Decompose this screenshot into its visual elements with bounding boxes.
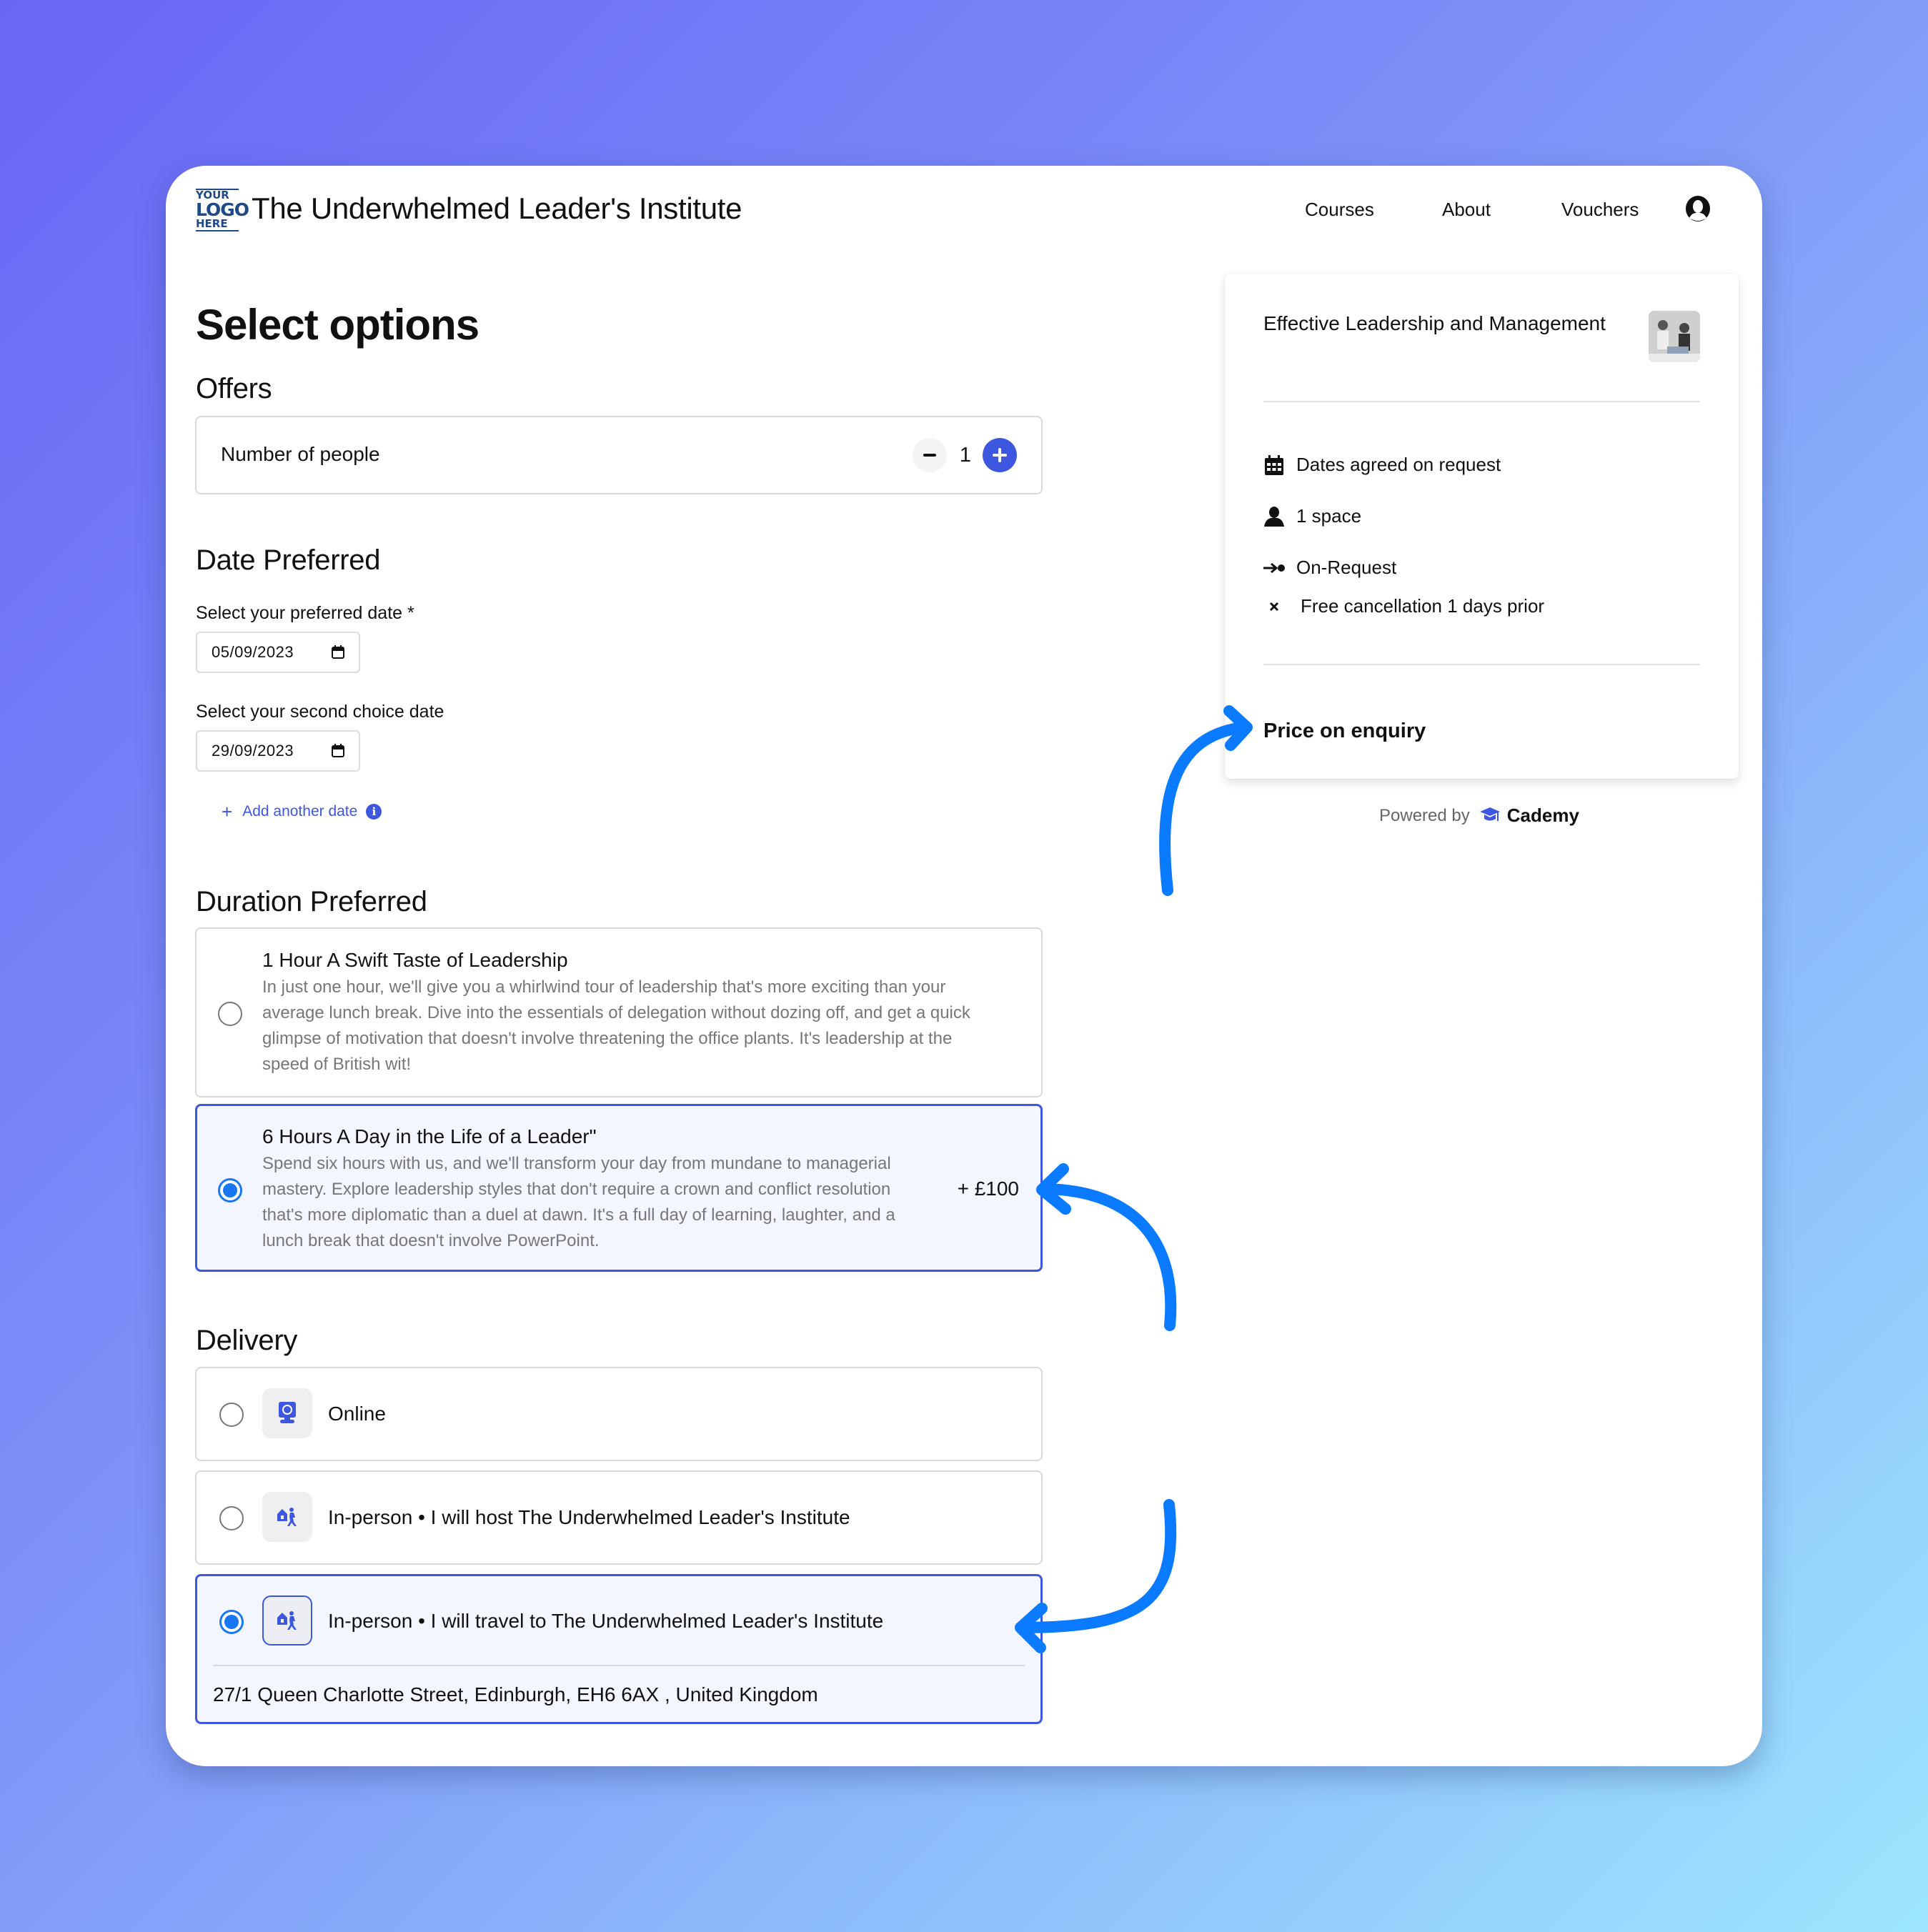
people-label: Number of people — [221, 443, 380, 465]
close-x-icon — [1263, 596, 1285, 617]
meta-booking-type-text: On-Request — [1296, 557, 1397, 578]
offers-heading: Offers — [196, 373, 272, 404]
preferred-date-input[interactable]: 05/09/2023 — [196, 632, 360, 673]
calendar-icon — [1263, 454, 1285, 476]
duration-option-title: 1 Hour A Swift Taste of Leadership — [262, 949, 568, 971]
powered-by-text: Powered by — [1379, 805, 1470, 825]
duration-radio[interactable] — [218, 1002, 242, 1026]
price-label: Price on enquiry — [1263, 719, 1426, 742]
calendar-picker-icon[interactable] — [331, 645, 345, 659]
delivery-option-label: In-person • I will host The Underwhelmed… — [328, 1506, 850, 1528]
logo-line-3: HERE — [196, 217, 228, 230]
person-icon — [1263, 506, 1285, 527]
logo-line-2: LOGO — [196, 199, 249, 220]
booking-summary-panel: Effective Leadership and Management Date… — [1225, 274, 1739, 779]
panel-divider — [1263, 401, 1700, 402]
second-date-value: 29/09/2023 — [212, 742, 294, 760]
nav-courses[interactable]: Courses — [1305, 199, 1374, 221]
delivery-option-label: In-person • I will travel to The Underwh… — [328, 1610, 884, 1632]
add-date-label: Add another date — [242, 803, 358, 820]
plus-icon — [993, 448, 1007, 462]
delivery-heading: Delivery — [196, 1325, 298, 1356]
nav-about[interactable]: About — [1442, 199, 1491, 221]
decrement-button[interactable] — [912, 438, 947, 472]
user-account-icon[interactable] — [1684, 194, 1712, 223]
delivery-divider — [213, 1665, 1025, 1666]
second-date-input[interactable]: 29/09/2023 — [196, 730, 360, 772]
delivery-radio[interactable] — [219, 1403, 244, 1427]
meta-dates-text: Dates agreed on request — [1296, 454, 1501, 475]
panel-divider — [1263, 664, 1700, 665]
offers-box: Number of people 1 — [195, 416, 1043, 494]
calendar-picker-icon[interactable] — [331, 744, 345, 758]
page-title: Select options — [196, 301, 479, 349]
delivery-address: 27/1 Queen Charlotte Street, Edinburgh, … — [213, 1683, 818, 1706]
site-title[interactable]: The Underwhelmed Leader's Institute — [252, 191, 742, 226]
meta-booking-type: On-Request — [1263, 557, 1396, 579]
logo-rule-bottom — [196, 230, 239, 231]
plus-icon: + — [222, 801, 233, 822]
powered-by[interactable]: Powered by Cademy — [1379, 805, 1579, 827]
delivery-radio[interactable] — [219, 1506, 244, 1530]
meta-spaces-text: 1 space — [1296, 505, 1362, 527]
second-date-label: Select your second choice date — [196, 702, 444, 722]
course-title: Effective Leadership and Management — [1263, 312, 1606, 334]
duration-option[interactable]: 1 Hour A Swift Taste of Leadership In ju… — [195, 927, 1043, 1097]
duration-option-title: 6 Hours A Day in the Life of a Leader" — [262, 1125, 597, 1147]
people-stepper: 1 — [912, 437, 1017, 473]
course-thumbnail-image — [1649, 311, 1700, 362]
info-icon[interactable]: i — [366, 804, 382, 820]
delivery-radio-selected[interactable] — [219, 1610, 244, 1634]
webcam-icon — [262, 1388, 312, 1438]
nav-vouchers[interactable]: Vouchers — [1561, 199, 1639, 221]
date-heading: Date Preferred — [196, 544, 381, 576]
cademy-brand: Cademy — [1506, 805, 1579, 826]
delivery-option-online[interactable]: Online — [195, 1367, 1043, 1461]
minus-icon — [923, 454, 936, 457]
delivery-option-travel-selected[interactable]: In-person • I will travel to The Underwh… — [195, 1574, 1043, 1724]
duration-option-description: Spend six hours with us, and we'll trans… — [262, 1154, 895, 1250]
meta-cancellation: Free cancellation 1 days prior — [1263, 595, 1544, 617]
app-window: YOUR LOGO HERE The Underwhelmed Leader's… — [166, 166, 1762, 1766]
duration-option-description: In just one hour, we'll give you a whirl… — [262, 977, 970, 1074]
logo[interactable]: YOUR LOGO HERE — [196, 189, 249, 231]
duration-option-selected[interactable]: 6 Hours A Day in the Life of a Leader" S… — [195, 1104, 1043, 1272]
preferred-date-value: 05/09/2023 — [212, 643, 294, 661]
duration-radio-selected[interactable] — [218, 1178, 242, 1202]
graduation-cap-icon — [1479, 807, 1500, 821]
duration-option-price: + £100 — [957, 1177, 1019, 1200]
duration-heading: Duration Preferred — [196, 886, 427, 917]
arrow-to-dot-icon — [1263, 557, 1285, 579]
people-count: 1 — [959, 443, 971, 467]
preferred-date-label: Select your preferred date * — [196, 603, 414, 623]
meta-dates: Dates agreed on request — [1263, 454, 1501, 476]
meta-spaces: 1 space — [1263, 505, 1361, 527]
increment-button[interactable] — [983, 438, 1017, 472]
delivery-option-host[interactable]: In-person • I will host The Underwhelmed… — [195, 1470, 1043, 1565]
travel-person-icon — [262, 1595, 312, 1645]
add-another-date-button[interactable]: + Add another date i — [222, 802, 382, 821]
delivery-option-label: Online — [328, 1403, 386, 1425]
meta-cancellation-text: Free cancellation 1 days prior — [1301, 595, 1545, 617]
host-person-icon — [262, 1492, 312, 1542]
